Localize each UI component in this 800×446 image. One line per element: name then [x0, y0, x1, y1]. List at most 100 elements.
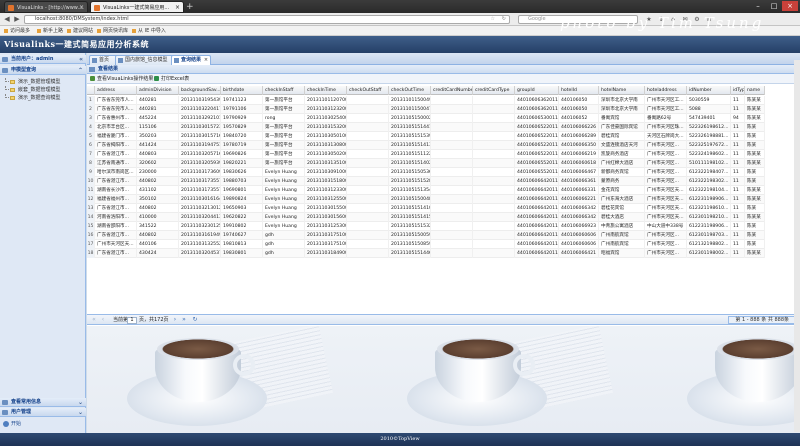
common-info-panel-header[interactable]: 查看常用信息 ⌄ — [0, 398, 86, 407]
chevron-up-icon[interactable]: ⌃ — [78, 66, 83, 75]
table-row[interactable]: 1 广东省东莞市人... 440281 20131103195439 19741123 第… — [87, 96, 765, 105]
browser-tab-1[interactable]: VisuaLinks - [http://www.... × — [4, 1, 88, 13]
column-header[interactable]: hotelName — [599, 86, 645, 95]
table-cell: 20131103050200 — [307, 150, 347, 159]
table-row[interactable]: 12 福建省福州市... 350102 20131103016164 19890824 E… — [87, 195, 765, 204]
column-header[interactable]: address — [95, 86, 137, 95]
close-tab-icon[interactable]: × — [79, 2, 84, 12]
prev-page-icon[interactable]: ‹ — [99, 315, 107, 325]
page-number-input[interactable]: 1 — [127, 317, 137, 324]
table-row[interactable]: 8 江苏省南通市... 320602 20131103205939 19820221 第一… — [87, 159, 765, 168]
bookmark-most-visited[interactable]: 访问最多 — [3, 26, 30, 36]
browser-tab-2-label: VisuaLinks一建式简易应用... — [103, 5, 170, 11]
collapse-icon[interactable]: « — [79, 55, 83, 64]
url-field[interactable]: localhost:8080/DMSystem/index.html ☆ ↻ — [24, 15, 510, 24]
table-cell: 广州市天河区... — [645, 141, 687, 150]
table-row[interactable]: 3 广东省惠州市... 445224 20131103292101 19790929 ro… — [87, 114, 765, 123]
row-number: 13 — [87, 204, 95, 213]
tree-item-model-3[interactable]: 演示_数据查询模型 — [0, 94, 86, 102]
column-header[interactable]: checkOutStaff — [347, 86, 389, 95]
column-header[interactable]: birthdate — [221, 86, 263, 95]
start-button[interactable]: 开始 — [3, 420, 21, 428]
table-row[interactable]: 10 广东省湛江市... 440802 20131103173557 19880703 E… — [87, 177, 765, 186]
row-number: 3 — [87, 114, 95, 123]
row-number: 4 — [87, 123, 95, 132]
table-cell: 中青旅公寓酒店 — [599, 222, 645, 231]
back-icon[interactable]: ◀ — [2, 15, 12, 24]
table-cell: 20131105151532 — [391, 222, 431, 231]
user-management-panel-header[interactable]: 用户管理 ⌄ — [0, 408, 86, 417]
chevron-down-icon[interactable]: ⌄ — [78, 398, 83, 407]
table-row[interactable]: 13 广东省湛江市... 440802 20131103213012 19650903 E… — [87, 204, 765, 213]
results-panel-title: 查看结果 — [98, 66, 119, 72]
tree-panel-header[interactable]: 申模型查询 ⌃ — [0, 66, 86, 75]
browser-tab-2[interactable]: VisuaLinks一建式简易应用... × — [90, 1, 184, 13]
table-cell: 广州市天河区... — [645, 159, 687, 168]
column-header[interactable]: checkInTime — [305, 86, 347, 95]
column-header[interactable]: checkOutTime — [389, 86, 431, 95]
column-header[interactable]: idNumber — [687, 86, 731, 95]
table-cell: 20131103213012 — [181, 204, 221, 213]
column-header[interactable]: hotelId — [559, 86, 599, 95]
table-cell — [347, 186, 389, 195]
column-header[interactable]: checkInStaff — [263, 86, 305, 95]
column-header[interactable]: creditCardType — [473, 86, 515, 95]
column-header[interactable]: adminDivision — [137, 86, 179, 95]
bookmark-web-slices[interactable]: 网页快讯库 — [96, 26, 128, 36]
table-cell — [347, 231, 389, 240]
new-tab-icon[interactable]: + — [186, 2, 196, 12]
table-cell: 20131105151415 — [391, 213, 431, 222]
refresh-icon[interactable]: ↻ — [191, 315, 199, 325]
table-cell — [431, 213, 473, 222]
column-header[interactable]: creditCardNumber — [431, 86, 473, 95]
print-excel-button[interactable]: 打印Excel表 — [153, 74, 189, 84]
first-page-icon[interactable]: « — [90, 315, 98, 325]
next-page-icon[interactable]: › — [171, 315, 179, 325]
table-row[interactable]: 14 河南省洛阳市... 410000 20131103204413 19620822 E… — [87, 213, 765, 222]
bookmark-import-ie[interactable]: 从 IE 中导入 — [131, 26, 166, 36]
close-window-icon[interactable]: × — [782, 1, 798, 11]
table-cell — [347, 141, 389, 150]
tab-hotel-model[interactable]: 国内旅馆_信息模型 × — [115, 55, 178, 65]
table-row[interactable]: 6 广东省揭阳市... 441424 20131103194751 19780719 第一… — [87, 141, 765, 150]
tree-item-model-2[interactable]: 嵌套_数据管理模型 — [0, 86, 86, 94]
view-visualinks-button[interactable]: 查看VisuaLinks操作结果 — [89, 74, 153, 84]
column-header[interactable]: name — [745, 86, 765, 95]
table-cell: 19830801 — [221, 249, 263, 258]
forward-icon[interactable]: ▶ — [12, 15, 22, 24]
reload-icon[interactable]: ↻ — [502, 16, 506, 23]
user-panel-header[interactable]: 当前用户：admin « — [0, 55, 86, 64]
bookmark-suggested-sites[interactable]: 建议网站 — [66, 26, 93, 36]
table-row[interactable]: 2 广东省东莞市人... 440281 20131103220417 19791106 第… — [87, 105, 765, 114]
tree-item-model-1[interactable]: 演示_数据管理模型 — [0, 78, 86, 86]
close-tab-icon[interactable]: × — [204, 56, 208, 65]
last-page-icon[interactable]: » — [180, 315, 188, 325]
table-row[interactable]: 18 广东省湛江市... 430424 20131103204537 19830801 g… — [87, 249, 765, 258]
column-header[interactable]: hoteladdress — [645, 86, 687, 95]
table-row[interactable]: 4 北京市丰台区... 115106 20131103015723 19570829 第一… — [87, 123, 765, 132]
table-row[interactable]: 9 哈尔滨市南岗区... 230000 20131103173609 19830626 E… — [87, 168, 765, 177]
bookmark-getting-started[interactable]: 新手上路 — [36, 26, 63, 36]
column-header[interactable]: groupId — [515, 86, 559, 95]
table-row[interactable]: 15 湖南省邵阳市... 341522 20131103230125 19910802 E… — [87, 222, 765, 231]
column-header[interactable] — [87, 86, 95, 95]
table-cell: 广州市天河区... — [645, 177, 687, 186]
table-row[interactable]: 11 湖南省长沙市... 431102 20131103173557 19690801 E… — [87, 186, 765, 195]
maximize-window-icon[interactable]: □ — [766, 1, 782, 11]
table-row[interactable]: 17 广州市天河区天... 440106 20131103132552 19810813… — [87, 240, 765, 249]
table-row[interactable]: 5 福建省厦门市... 350203 20131103015716 19840720 第一… — [87, 132, 765, 141]
chevron-down-icon[interactable]: ⌄ — [78, 408, 83, 417]
page-scrollbar[interactable] — [794, 60, 800, 432]
column-header[interactable]: idType — [731, 86, 745, 95]
minimize-window-icon[interactable]: – — [750, 1, 766, 11]
table-row[interactable]: 16 广东省湛江市... 440802 20131103161949 19740627 g… — [87, 231, 765, 240]
table-cell: 广州南航宾馆 — [599, 240, 645, 249]
close-tab-icon[interactable]: × — [175, 2, 180, 12]
table-cell — [473, 240, 515, 249]
table-cell: gdh — [263, 240, 305, 249]
table-cell — [431, 105, 473, 114]
column-header[interactable]: backgroundSav... — [179, 86, 221, 95]
bookmark-star-icon[interactable]: ☆ — [491, 16, 495, 23]
table-cell: 19840720 — [221, 132, 263, 141]
table-row[interactable]: 7 广东省湛江市... 440803 20131103205716 19690826 第一… — [87, 150, 765, 159]
